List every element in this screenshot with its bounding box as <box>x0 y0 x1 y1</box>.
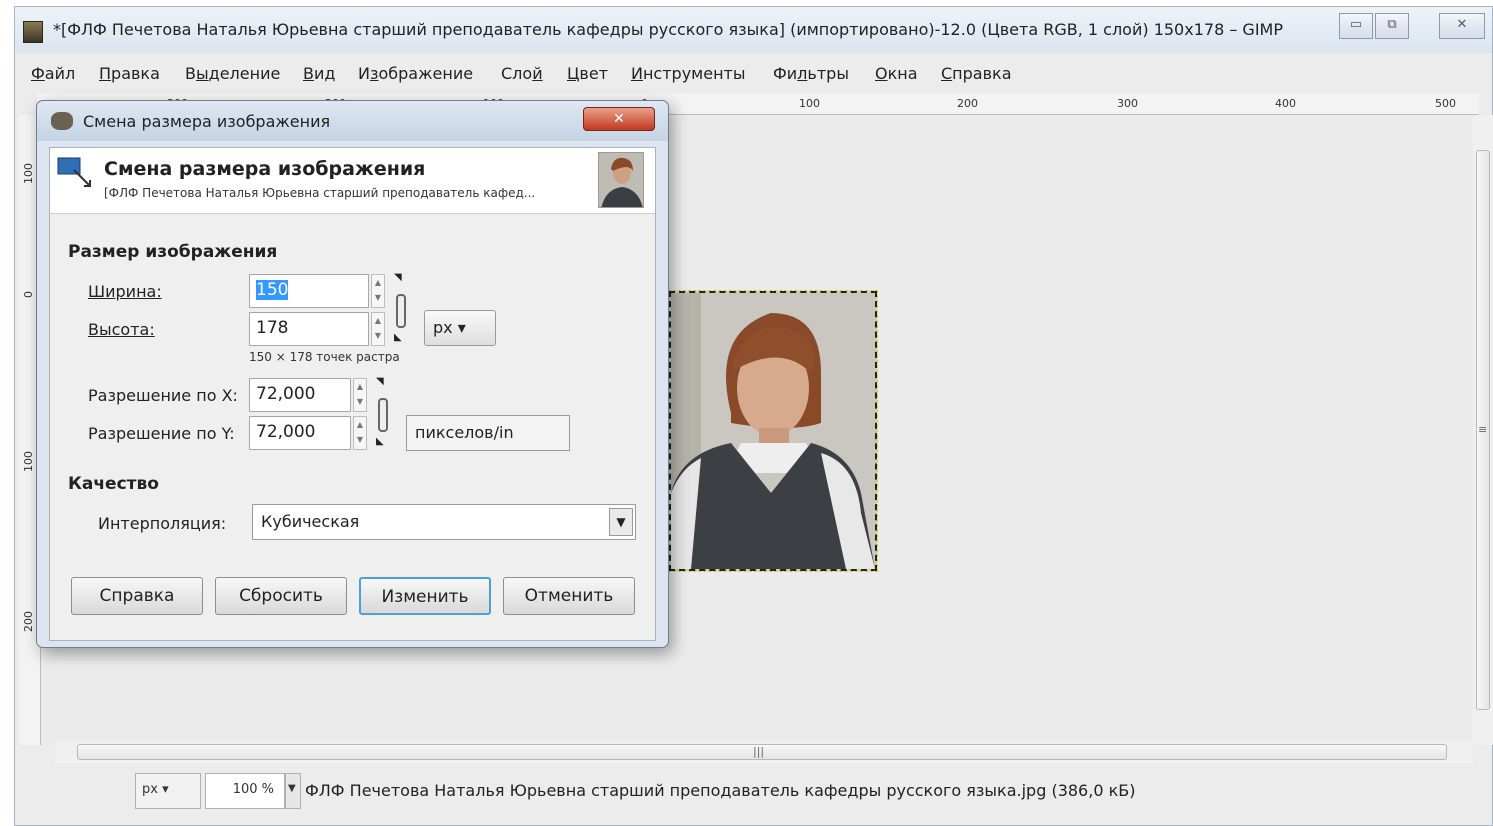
cancel-button[interactable]: Отменить <box>503 577 635 615</box>
menu-windows[interactable]: Окна <box>875 64 918 83</box>
ruler-label: 100 <box>22 163 35 184</box>
menu-layer[interactable]: Слой <box>501 64 543 83</box>
window-title: *[ФЛФ Печетова Наталья Юрьевна старший п… <box>53 20 1283 39</box>
resolution-unit-dropdown[interactable]: пикселов/in <box>406 415 570 451</box>
menu-view[interactable]: Вид <box>303 64 335 83</box>
menubar: Файл Правка Выделение Вид Изображение Сл… <box>15 57 1492 89</box>
pixels-info: 150 × 178 точек растра <box>249 350 400 364</box>
res-y-input[interactable]: 72,000 <box>249 416 351 450</box>
gimp-app-icon <box>23 21 43 43</box>
chevron-down-icon: ▼ <box>609 508 633 536</box>
file-info: ФЛФ Печетова Наталья Юрьевна старший пре… <box>305 781 1136 800</box>
res-x-input[interactable]: 72,000 <box>249 378 351 412</box>
ruler-label: 200 <box>22 611 35 632</box>
height-spinner[interactable]: ▲ ▼ <box>371 312 385 346</box>
width-spinner[interactable]: ▲ ▼ <box>371 274 385 308</box>
menu-filters[interactable]: Фильтры <box>773 64 849 83</box>
width-label: Ширина: <box>88 282 162 301</box>
close-button[interactable]: ✕ <box>1439 13 1485 39</box>
ruler-label: 400 <box>1275 97 1296 110</box>
horizontal-scrollbar[interactable]: ||| <box>55 741 1473 763</box>
interpolation-select[interactable]: Кубическая ▼ <box>252 504 636 540</box>
zoom-field[interactable]: 100 % <box>205 773 285 809</box>
reset-button[interactable]: Сбросить <box>215 577 347 615</box>
dialog-header-title: Смена размера изображения <box>104 158 426 180</box>
ruler-label: 0 <box>22 291 35 298</box>
horizontal-scroll-thumb[interactable]: ||| <box>77 744 1447 760</box>
size-chain-link-icon[interactable] <box>396 294 406 328</box>
chain-corner-icon: ◣ <box>394 332 402 343</box>
help-button[interactable]: Справка <box>71 577 203 615</box>
resolution-chain-link-icon[interactable] <box>378 398 388 432</box>
portrait-image <box>671 293 875 569</box>
zoom-dropdown-icon[interactable]: ▼ <box>285 773 301 809</box>
dialog-close-button[interactable]: ✕ <box>583 107 655 131</box>
apply-button[interactable]: Изменить <box>359 577 491 615</box>
thumbnail-image <box>601 157 643 207</box>
height-label: Высота: <box>88 320 155 339</box>
res-x-spinner[interactable]: ▲ ▼ <box>353 378 367 412</box>
ruler-label: 500 <box>1435 97 1456 110</box>
ruler-label: 100 <box>22 451 35 472</box>
window-titlebar: *[ФЛФ Печетова Наталья Юрьевна старший п… <box>15 7 1492 53</box>
menu-edit[interactable]: Правка <box>99 64 160 83</box>
section-quality: Качество <box>68 474 159 494</box>
chain-corner-icon: ◥ <box>376 376 384 387</box>
menu-file[interactable]: Файл <box>31 64 75 83</box>
scroll-grip-icon: ||| <box>753 745 765 758</box>
height-input[interactable]: 178 <box>249 312 369 346</box>
portrait-photo[interactable] <box>668 290 878 572</box>
wilber-icon <box>51 112 73 130</box>
res-x-label: Разрешение по X: <box>88 386 238 405</box>
res-y-label: Разрешение по Y: <box>88 424 235 443</box>
section-image-size: Размер изображения <box>68 242 278 262</box>
image-thumbnail <box>598 152 644 208</box>
menu-color[interactable]: Цвет <box>567 64 608 83</box>
scale-image-icon <box>57 157 91 187</box>
menu-image[interactable]: Изображение <box>358 64 473 83</box>
vertical-scroll-thumb[interactable]: ≡ <box>1476 150 1490 710</box>
width-input[interactable]: 150 <box>249 274 369 308</box>
statusbar: px ▾ 100 % ▼ ФЛФ Печетова Наталья Юрьевн… <box>15 767 1492 817</box>
size-unit-dropdown[interactable]: px ▾ <box>424 310 496 346</box>
ruler-label: 300 <box>1117 97 1138 110</box>
dialog-body: Смена размера изображения [ФЛФ Печетова … <box>49 147 656 641</box>
dialog-titlebar: Смена размера изображения ✕ <box>37 101 668 141</box>
interpolation-label: Интерполяция: <box>98 514 227 533</box>
menu-tools[interactable]: Инструменты <box>631 64 746 83</box>
dialog-header-subtitle: [ФЛФ Печетова Наталья Юрьевна старший пр… <box>104 186 536 200</box>
maximize-button[interactable]: ⧉ <box>1375 13 1409 39</box>
ruler-label: 100 <box>799 97 820 110</box>
dialog-header: Смена размера изображения [ФЛФ Печетова … <box>50 148 655 214</box>
minimize-button[interactable]: ▭ <box>1339 13 1373 39</box>
scale-image-dialog: Смена размера изображения ✕ Смена размер… <box>36 100 669 648</box>
chain-corner-icon: ◣ <box>376 436 384 447</box>
menu-help[interactable]: Справка <box>941 64 1012 83</box>
chain-corner-icon: ◥ <box>394 272 402 283</box>
ruler-label: 200 <box>957 97 978 110</box>
menu-select[interactable]: Выделение <box>185 64 280 83</box>
vertical-scrollbar[interactable]: ≡ <box>1473 115 1493 745</box>
res-y-spinner[interactable]: ▲ ▼ <box>353 416 367 450</box>
scroll-grip-icon: ≡ <box>1478 423 1488 436</box>
dialog-title: Смена размера изображения <box>83 112 331 131</box>
unit-selector[interactable]: px ▾ <box>135 773 201 809</box>
